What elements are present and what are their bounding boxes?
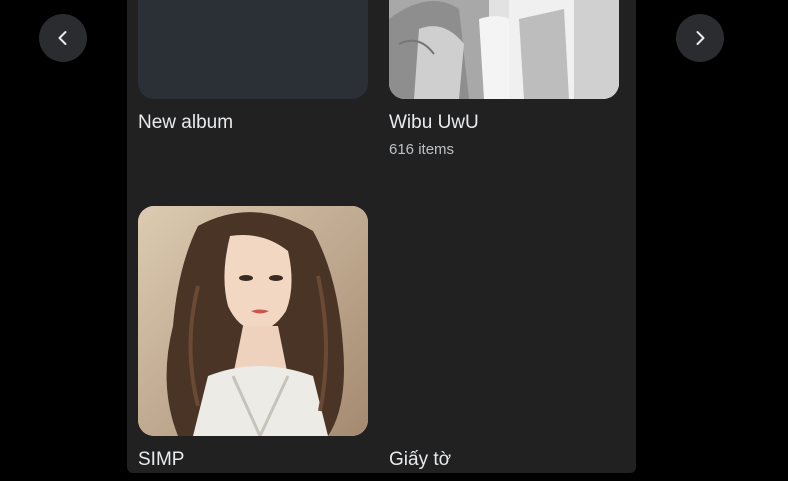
album-cover-image[interactable] <box>138 206 368 436</box>
album-card-simp[interactable]: SIMP <box>138 206 368 470</box>
album-title: SIMP <box>138 449 185 470</box>
albums-panel: New album Wibu UwU 616 items SIMP Giấy t… <box>127 0 636 473</box>
album-title: Giấy tờ <box>389 449 452 470</box>
chevron-left-icon <box>58 31 67 45</box>
previous-button[interactable] <box>39 14 87 62</box>
album-card-new-album[interactable]: New album <box>138 0 368 133</box>
chevron-right-icon <box>696 31 705 45</box>
album-viewer: New album Wibu UwU 616 items SIMP Giấy t… <box>0 0 788 481</box>
next-button[interactable] <box>676 14 724 62</box>
album-title: New album <box>138 112 234 133</box>
album-cover-empty[interactable] <box>138 0 368 99</box>
album-title: Wibu UwU <box>389 112 479 133</box>
album-cover-illustration <box>138 206 368 436</box>
album-item-count: 616 items <box>389 141 455 158</box>
album-cover-image[interactable] <box>389 0 619 99</box>
album-card-wibu-uwu[interactable]: Wibu UwU 616 items <box>389 0 619 158</box>
album-cover-illustration <box>389 0 619 99</box>
